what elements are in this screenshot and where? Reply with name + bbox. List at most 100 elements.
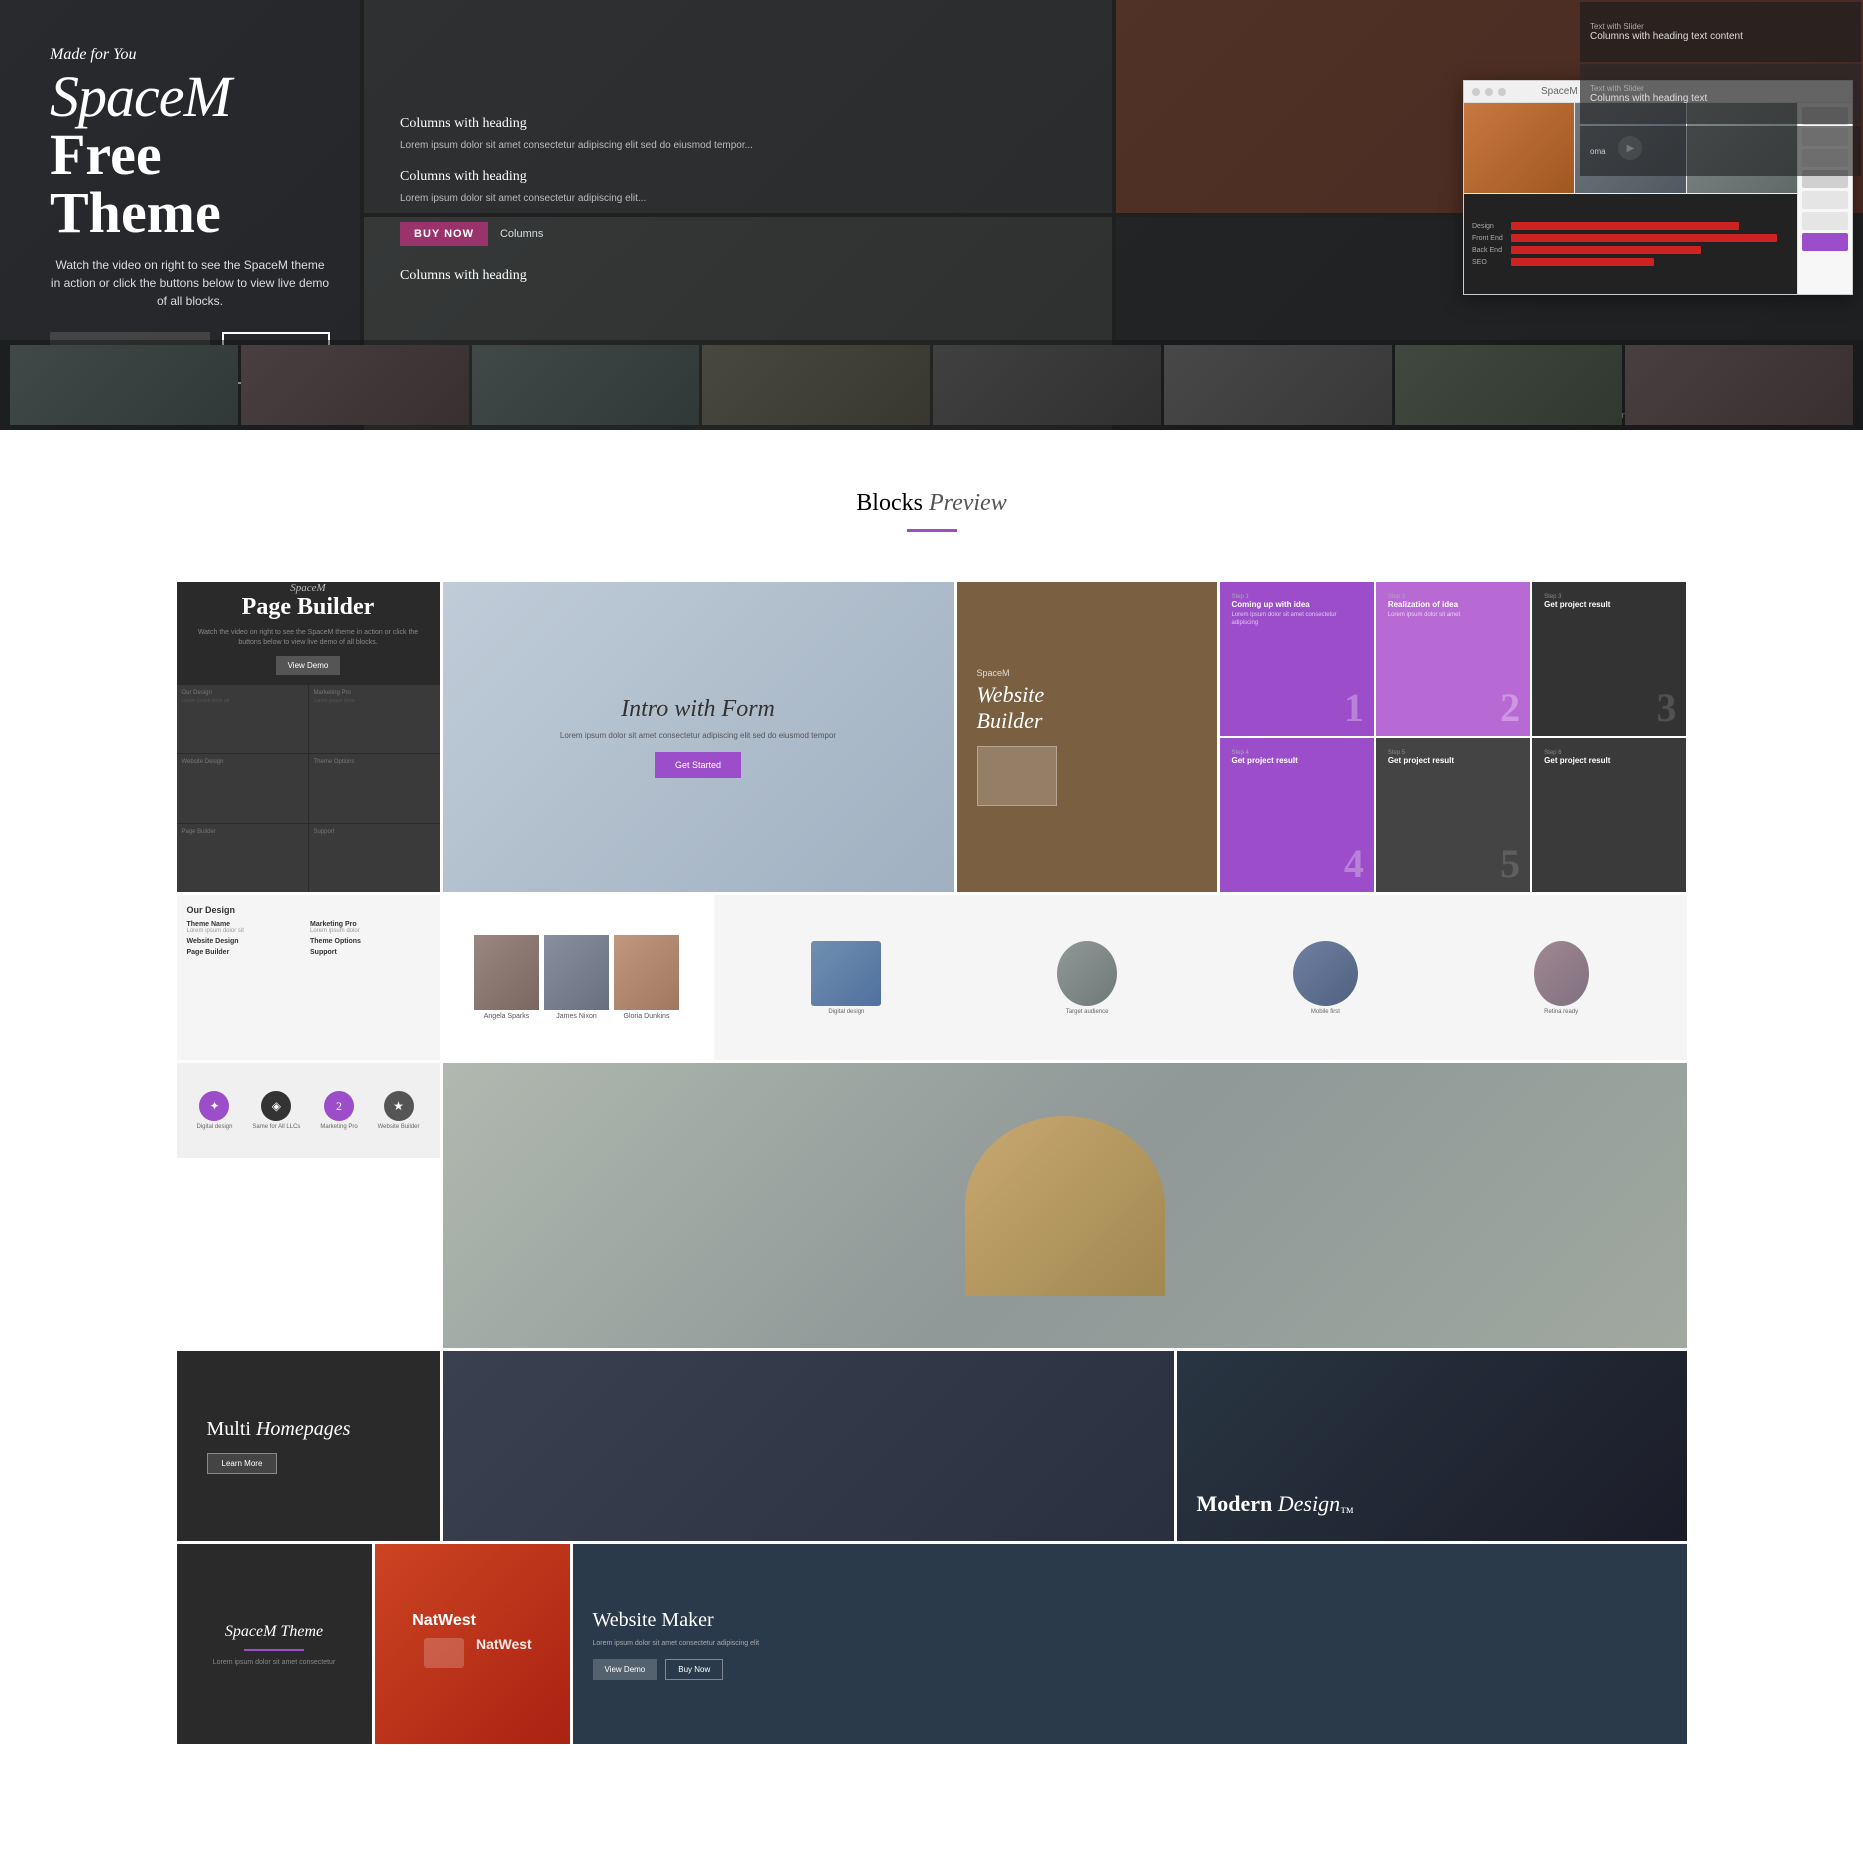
table-shape xyxy=(965,1116,1165,1296)
ns-title-3: Get project result xyxy=(1544,600,1674,609)
pb-grid-label-5: Page Builder xyxy=(182,829,303,835)
gallery-office-photo xyxy=(443,1063,1687,1348)
columns-badge-label: Columns xyxy=(500,228,543,240)
rp-label-1: Text with Slider xyxy=(1590,22,1743,31)
hero-section: Made for You SpaceM Free Theme Watch the… xyxy=(0,0,1863,430)
device-item-2: Target audience xyxy=(1057,941,1117,1015)
blocks-title-normal: Blocks xyxy=(856,490,923,516)
ns-item-5: Step 5 Get project result 5 xyxy=(1376,738,1530,892)
od-item-label-6: Support xyxy=(310,949,430,956)
gallery-row-4: Multi Homepages Learn More Modern Design… xyxy=(177,1351,1687,1541)
od-item-text-2: Lorem ipsum dolor xyxy=(310,928,430,934)
strip-thumb-2 xyxy=(241,345,469,425)
od-title: Our Design xyxy=(187,905,430,915)
rp-body-2: Columns with heading text xyxy=(1590,93,1707,104)
rp-body-1: Columns with heading text content xyxy=(1590,31,1743,42)
pb-grid-label-4: Theme Options xyxy=(314,759,435,765)
wb-label: SpaceM xyxy=(977,668,1197,678)
st-title: SpaceM Theme xyxy=(225,1623,323,1641)
columns-body-1: Lorem ipsum dolor sit amet consectetur a… xyxy=(400,138,1433,153)
card-chip xyxy=(424,1638,464,1668)
ns-title-1: Coming up with idea xyxy=(1232,600,1362,609)
right-panel-text-2: Text with Slider Columns with heading te… xyxy=(1590,84,1707,104)
mh-multi: Multi xyxy=(207,1418,256,1440)
ns-item-1: Step 1 Coming up with idea Lorem ipsum d… xyxy=(1220,582,1374,736)
pb-grid-text-1: Lorem ipsum dolor sit xyxy=(182,698,303,704)
ns-num-1: 1 xyxy=(1344,684,1364,731)
right-panel-text-1: Text with Slider Columns with heading te… xyxy=(1590,22,1743,42)
gallery-team: Angela Sparks James Nixon Gloria Dunkins xyxy=(443,895,711,1060)
pb-desc: Watch the video on right to see the Spac… xyxy=(177,628,440,648)
if-button[interactable]: Get Started xyxy=(655,752,741,778)
gallery-row-2: Our Design Theme Name Lorem ipsum dolor … xyxy=(177,895,1687,1060)
mh-homepages: Homepages xyxy=(256,1418,350,1440)
team-photo-1 xyxy=(474,935,539,1010)
device-label-2: Target audience xyxy=(1066,1009,1109,1015)
team-member-1: Angela Sparks xyxy=(474,935,539,1020)
od-item-text-1: Lorem ipsum dolor sit xyxy=(187,928,307,934)
icon-label-4: Website Builder xyxy=(378,1124,420,1130)
blocks-title: Blocks Preview xyxy=(20,490,1843,517)
gallery-icons-row: ✦ Digital design ◈ Same for All LLCs 2 M… xyxy=(177,1063,440,1158)
gallery-row-3: ✦ Digital design ◈ Same for All LLCs 2 M… xyxy=(177,1063,1687,1348)
chart-label-4: SEO xyxy=(1472,259,1507,266)
device-label-4: Retina ready xyxy=(1544,1009,1578,1015)
wm-btn-1[interactable]: View Demo xyxy=(593,1659,658,1680)
icon-label-1: Digital design xyxy=(196,1124,232,1130)
ns-title-4: Get project result xyxy=(1232,756,1362,765)
right-panel-item-2: Text with Slider Columns with heading te… xyxy=(1580,64,1861,124)
wb-preview-thumb xyxy=(977,746,1057,806)
hero-description: Watch the video on right to see the Spac… xyxy=(50,256,330,310)
icon-item-1: ✦ Digital design xyxy=(196,1091,232,1130)
od-item-label-2: Marketing Pro xyxy=(310,921,430,928)
card-content: NatWest xyxy=(412,1612,476,1676)
columns-heading-2: Columns with heading xyxy=(400,169,1433,185)
gallery-devices-row: Digital design Target audience Mobile fi… xyxy=(714,895,1687,1060)
strip-thumb-1 xyxy=(10,345,238,425)
preview-dot-1 xyxy=(1472,88,1480,96)
hero-center-content: Columns with heading Lorem ipsum dolor s… xyxy=(380,80,1453,310)
team-photo-2 xyxy=(544,935,609,1010)
icon-circle-2: ◈ xyxy=(261,1091,291,1121)
od-item-5: Page Builder xyxy=(187,949,307,956)
od-item-4: Theme Options xyxy=(310,938,430,945)
ns-num-3: 3 xyxy=(1656,684,1676,731)
blocks-underline xyxy=(907,529,957,532)
strip-thumb-5 xyxy=(933,345,1161,425)
office-photo-inner xyxy=(443,1063,1687,1348)
pb-grid-label-3: Website Design xyxy=(182,759,303,765)
if-title: Intro with Form xyxy=(621,696,775,723)
pb-grid-label-1: Our Design xyxy=(182,690,303,696)
gallery-card-photo: NatWest xyxy=(375,1544,570,1744)
team-name-3: Gloria Dunkins xyxy=(624,1013,670,1020)
mh-button[interactable]: Learn More xyxy=(207,1453,278,1474)
gallery-spacem-theme: SpaceM Theme Lorem ipsum dolor sit amet … xyxy=(177,1544,372,1744)
team-name-2: James Nixon xyxy=(556,1013,596,1020)
icon-item-2: ◈ Same for All LLCs xyxy=(252,1091,300,1130)
pb-subtitle: SpaceM xyxy=(290,582,325,594)
device-item-3: Mobile first xyxy=(1293,941,1358,1015)
device-img-2 xyxy=(1057,941,1117,1006)
ns-item-3: Step 3 Get project result 3 xyxy=(1532,582,1686,736)
od-item-label-4: Theme Options xyxy=(310,938,430,945)
hero-bottom-strip xyxy=(0,340,1863,430)
icon-item-4: ★ Website Builder xyxy=(378,1091,420,1130)
pb-grid-label-6: Support xyxy=(314,829,435,835)
gallery-intro-form: Intro with Form Lorem ipsum dolor sit am… xyxy=(443,582,954,892)
strip-thumb-3 xyxy=(472,345,700,425)
rp-label-2: Text with Slider xyxy=(1590,84,1707,93)
od-item-3: Website Design xyxy=(187,938,307,945)
chart-label-3: Back End xyxy=(1472,247,1507,254)
pb-button[interactable]: View Demo xyxy=(276,656,341,675)
od-item-label-1: Theme Name xyxy=(187,921,307,928)
device-item-1: Digital design xyxy=(811,941,881,1015)
chart-label-2: Front End xyxy=(1472,235,1507,242)
card-brand: NatWest xyxy=(412,1612,476,1630)
team-name-1: Angela Sparks xyxy=(484,1013,530,1020)
od-item-1: Theme Name Lorem ipsum dolor sit xyxy=(187,921,307,934)
wm-btn-2[interactable]: Buy Now xyxy=(665,1659,723,1680)
wm-buttons: View Demo Buy Now xyxy=(593,1659,724,1680)
gallery-website-maker: Website Maker Lorem ipsum dolor sit amet… xyxy=(573,1544,1687,1744)
gallery-wrapper: SpaceM Page Builder Watch the video on r… xyxy=(157,582,1707,1744)
strip-thumb-6 xyxy=(1164,345,1392,425)
